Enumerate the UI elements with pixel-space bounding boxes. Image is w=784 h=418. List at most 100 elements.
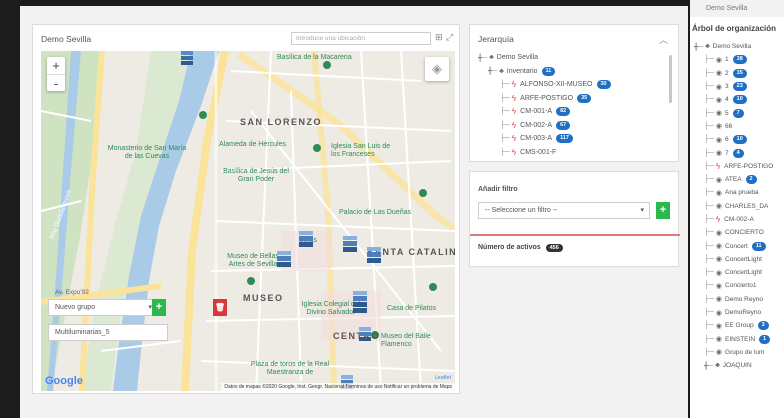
org-tree-item[interactable]: ├─ ◉ 5 7 — [694, 106, 784, 119]
chevron-down-icon: ▾ — [640, 207, 644, 214]
map-panel-title: Demo Sevilla — [41, 34, 92, 44]
org-tree-item[interactable]: ├─ ◉ EE Group 3 — [694, 319, 784, 332]
hierarchy-tree: ╋─ ♣ Demo Sevilla ╋─ ♣ Inventario 11 ├─ ϟ… — [478, 51, 666, 159]
org-tree-item[interactable]: ├─ ◉ Demo Reyno — [694, 293, 784, 306]
tree-item-label: CM-001-A — [520, 108, 553, 116]
node-icon: ◉ — [715, 309, 723, 317]
org-icon: ♣ — [489, 54, 494, 62]
org-tree-item[interactable]: ├─ ◉ 2 35 — [694, 67, 784, 80]
count-badge: 10 — [732, 95, 747, 105]
node-icon: ◉ — [715, 83, 723, 91]
org-tree-item[interactable]: ├─ ◉ 66 — [694, 120, 784, 133]
node-icon: ◉ — [715, 269, 723, 277]
hierarchy-panel: Jerarquía ︿ ╋─ ♣ Demo Sevilla ╋─ ♣ Inven… — [469, 24, 679, 162]
count-badge: 2 — [745, 175, 757, 185]
poi-marker-icon — [419, 189, 427, 197]
group-select-value: Nuevo grupo — [55, 304, 96, 311]
tree-item[interactable]: ├─ ϟ CMS-001-F — [478, 146, 666, 160]
org-tree-item-label: 1 — [725, 56, 729, 64]
tree-inventario[interactable]: ╋─ ♣ Inventario 11 — [478, 65, 666, 79]
org-tree-item[interactable]: ├─ ◉ 4 10 — [694, 93, 784, 106]
org-tree-item[interactable]: ├─ ◉ CHARLES_DA — [694, 200, 784, 213]
count-badge: 35 — [732, 68, 747, 78]
map-label-monasterio: Monasterio de San María de las Cuevas — [107, 145, 187, 160]
lightning-icon: ϟ — [511, 93, 517, 103]
grid-icon[interactable]: ⊞ — [435, 32, 443, 43]
poi-marker-icon — [323, 61, 331, 69]
org-tree-item[interactable]: ├─ ◉ 7 4 — [694, 146, 784, 159]
org-tree-item-label: EINSTEIN — [725, 335, 756, 343]
map-label-iglesia-san-luis: Iglesia San Luis de los Franceses — [331, 143, 391, 158]
tree-root-label: Demo Sevilla — [496, 54, 539, 62]
tree-item-label: ALFONSO-XII-MUSEO — [520, 81, 593, 89]
node-icon: ◉ — [715, 322, 723, 330]
tree-item-label: CM-003-A — [520, 135, 553, 143]
lightning-icon: ϟ — [715, 215, 721, 224]
count-badge: 10 — [732, 135, 747, 145]
zoom-in-button[interactable]: + — [47, 57, 65, 74]
google-logo: Google — [45, 375, 83, 387]
node-icon: ◉ — [715, 349, 723, 357]
map-label-museo-baile: Museo del Baile Flamenco — [381, 333, 431, 348]
filter-title: Añadir filtro — [478, 186, 518, 193]
org-tree-item-label: Concierto1 — [725, 282, 757, 290]
org-tree-item[interactable]: ├─ ϟ ARFE-POSTIGO — [694, 160, 784, 173]
map-attribution[interactable]: Datos de mapas ©2020 Google, Inst. Geogr… — [221, 383, 455, 391]
tree-item[interactable]: ├─ ϟ CM-002-A 67 — [478, 119, 666, 133]
org-tree-item[interactable]: ├─ ◉ ATEA 2 — [694, 173, 784, 186]
org-tree-item[interactable]: ├─ ◉ 3 23 — [694, 80, 784, 93]
chevron-up-icon[interactable]: ︿ — [659, 33, 668, 46]
filter-select[interactable]: -- Seleccione un filtro -- ▾ — [478, 202, 650, 219]
org-tree-item[interactable]: ├─ ◉ 6 10 — [694, 133, 784, 146]
node-icon: ◉ — [715, 296, 723, 304]
divider — [470, 234, 680, 236]
map-label-casa-pilatos: Casa de Pilatos — [387, 305, 437, 312]
tree-item[interactable]: ├─ ϟ CM-003-A 117 — [478, 132, 666, 146]
zoom-out-button[interactable]: - — [47, 74, 65, 91]
org-tree-item[interactable]: ├─ ◉ EINSTEIN 1 — [694, 333, 784, 346]
node-icon: ◉ — [715, 203, 723, 211]
org-tree-item[interactable]: ├─ ◉ Grupo de lum — [694, 346, 784, 359]
add-group-button[interactable]: + — [152, 299, 166, 316]
org-tree-item-label: 7 — [725, 149, 729, 157]
org-tree-item[interactable]: ├─ ◉ Concert 11 — [694, 239, 784, 252]
org-tree-item-label: ARFE-POSTIGO — [724, 162, 774, 170]
lightning-icon: ϟ — [511, 120, 517, 130]
scrollbar[interactable] — [669, 55, 672, 103]
tree-item-label: CM-002-A — [520, 121, 553, 129]
page-background: Demo Sevilla Introduce una ubicación ⊞ ⤢ — [20, 6, 688, 418]
org-tree-item[interactable]: ├─ ◉ CONCIERTO — [694, 226, 784, 239]
node-icon: ◉ — [715, 56, 723, 64]
org-tree-item[interactable]: ├─ ◉ ConcertLight — [694, 266, 784, 279]
group-name-field[interactable]: Multiluminarias_5 — [48, 324, 168, 341]
tree-item[interactable]: ├─ ϟ ALFONSO-XII-MUSEO 30 — [478, 78, 666, 92]
org-tree-item[interactable]: ╋─ ♣ JOAQUIN — [694, 359, 784, 372]
tree-item[interactable]: ├─ ϟ CM-001-A 82 — [478, 105, 666, 119]
poi-marker-icon — [429, 283, 437, 291]
org-tree-title: Árbol de organización — [692, 24, 777, 33]
filter-select-value: -- Seleccione un filtro -- — [485, 207, 558, 214]
org-tree: ╋─ ♣ Demo Sevilla ├─ ◉ 1 38 ├─ ◉ 2 35 ├─ ◉ 3 23 ├─ ◉ 4… — [694, 40, 784, 372]
org-tree-item[interactable]: ├─ ◉ DemoReyno — [694, 306, 784, 319]
org-tree-item[interactable]: ├─ ϟ CM-002-A — [694, 213, 784, 226]
org-tree-item[interactable]: ├─ ◉ Concierto1 — [694, 279, 784, 292]
layers-icon[interactable]: ◈ — [425, 57, 449, 81]
org-tree-item[interactable]: ├─ ◉ Ana prueba — [694, 186, 784, 199]
add-filter-button[interactable]: + — [656, 202, 670, 219]
count-badge: 1 — [759, 334, 771, 344]
group-select[interactable]: Nuevo grupo ▾ — [48, 299, 158, 316]
org-tree-item-label: EE Group — [725, 322, 754, 330]
org-tree-item[interactable]: ├─ ◉ 1 38 — [694, 53, 784, 66]
expand-icon[interactable]: ⤢ — [446, 32, 453, 43]
count-badge: 117 — [556, 134, 573, 144]
org-tree-item-label: CHARLES_DA — [725, 202, 769, 210]
leaflet-link[interactable]: Leaflet — [434, 375, 451, 381]
location-search-input[interactable]: Introduce una ubicación — [291, 32, 431, 45]
org-tree-item-label: 2 — [725, 69, 729, 77]
org-tree-root[interactable]: ╋─ ♣ Demo Sevilla — [694, 40, 784, 53]
tree-item[interactable]: ├─ ϟ ARFE-POSTIGO 35 — [478, 92, 666, 106]
lightning-icon: ϟ — [511, 80, 517, 90]
org-tree-item[interactable]: ├─ ◉ ConcertLight — [694, 253, 784, 266]
tree-root[interactable]: ╋─ ♣ Demo Sevilla — [478, 51, 666, 65]
delete-group-button[interactable]: 🗑 — [213, 299, 227, 316]
